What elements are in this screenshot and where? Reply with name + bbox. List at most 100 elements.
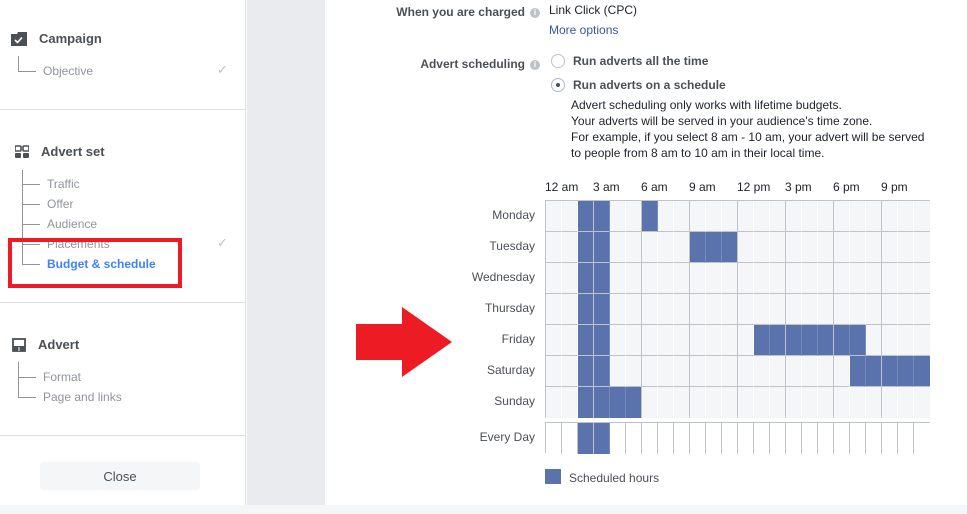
hour-cell[interactable] [850, 201, 866, 232]
hour-cell[interactable] [754, 232, 770, 263]
hour-cell[interactable] [610, 201, 626, 232]
hour-cell[interactable] [834, 294, 850, 325]
scheduled-hour-cell[interactable] [610, 387, 626, 418]
hour-cell[interactable] [770, 294, 786, 325]
sidebar-item-offer[interactable]: Offer [47, 197, 73, 211]
hour-cell[interactable] [562, 356, 578, 387]
hour-cell[interactable] [818, 294, 834, 325]
hour-cell[interactable] [674, 201, 690, 232]
hour-cell[interactable] [562, 325, 578, 356]
scheduled-hour-cell[interactable] [594, 201, 610, 232]
scheduled-hour-cell[interactable] [594, 263, 610, 294]
hour-cell[interactable] [610, 232, 626, 263]
scheduled-hour-cell[interactable] [578, 387, 594, 418]
hour-cell[interactable] [562, 232, 578, 263]
hour-cell[interactable] [690, 423, 706, 454]
hour-cell[interactable] [674, 423, 690, 454]
hour-cell[interactable] [562, 387, 578, 418]
hour-cell[interactable] [626, 325, 642, 356]
scheduled-hour-cell[interactable] [594, 387, 610, 418]
hour-cell[interactable] [658, 201, 674, 232]
radio-button[interactable] [551, 54, 565, 68]
hour-cell[interactable] [754, 423, 770, 454]
more-options-link[interactable]: More options [549, 23, 618, 37]
hour-cell[interactable] [866, 232, 882, 263]
radio-button-selected[interactable] [551, 78, 565, 92]
hour-cell[interactable] [642, 232, 658, 263]
hour-cell[interactable] [738, 387, 754, 418]
hour-cell[interactable] [898, 423, 914, 454]
hour-cell[interactable] [706, 423, 722, 454]
hour-cell[interactable] [546, 423, 562, 454]
radio-run-on-schedule[interactable]: Run adverts on a schedule [551, 78, 726, 92]
hour-cell[interactable] [658, 387, 674, 418]
hour-cell[interactable] [818, 356, 834, 387]
scheduled-hour-cell[interactable] [770, 325, 786, 356]
hour-cell[interactable] [898, 201, 914, 232]
hour-cell[interactable] [722, 325, 738, 356]
hour-cell[interactable] [770, 423, 786, 454]
hour-cell[interactable] [674, 325, 690, 356]
hour-cell[interactable] [642, 387, 658, 418]
hour-cell[interactable] [706, 263, 722, 294]
hour-cell[interactable] [738, 423, 754, 454]
hour-cell[interactable] [882, 294, 898, 325]
hour-cell[interactable] [610, 325, 626, 356]
hour-cell[interactable] [546, 232, 562, 263]
hour-cell[interactable] [914, 263, 930, 294]
hour-cell[interactable] [898, 294, 914, 325]
hour-cell[interactable] [738, 232, 754, 263]
hour-cell[interactable] [658, 263, 674, 294]
hour-cell[interactable] [802, 294, 818, 325]
hour-cell[interactable] [722, 423, 738, 454]
hour-cell[interactable] [658, 325, 674, 356]
hour-cell[interactable] [786, 387, 802, 418]
hour-cell[interactable] [834, 387, 850, 418]
hour-cell[interactable] [834, 232, 850, 263]
hour-cell[interactable] [546, 294, 562, 325]
scheduled-hour-cell[interactable] [898, 356, 914, 387]
hour-cell[interactable] [898, 232, 914, 263]
hour-cell[interactable] [642, 423, 658, 454]
hour-cell[interactable] [626, 294, 642, 325]
hour-cell[interactable] [802, 356, 818, 387]
hour-cell[interactable] [546, 325, 562, 356]
hour-cell[interactable] [802, 387, 818, 418]
scheduled-hour-cell[interactable] [578, 232, 594, 263]
scheduled-hour-cell[interactable] [578, 201, 594, 232]
scheduled-hour-cell[interactable] [834, 325, 850, 356]
every-day-grid[interactable] [545, 422, 930, 454]
hour-cell[interactable] [834, 356, 850, 387]
hour-cell[interactable] [690, 263, 706, 294]
hour-cell[interactable] [786, 423, 802, 454]
scheduled-hour-cell[interactable] [914, 356, 930, 387]
hour-cell[interactable] [786, 263, 802, 294]
scheduled-hour-cell[interactable] [706, 232, 722, 263]
hour-cell[interactable] [738, 294, 754, 325]
sidebar-item-page-and-links[interactable]: Page and links [43, 390, 122, 404]
sidebar-item-format[interactable]: Format [43, 370, 81, 384]
hour-cell[interactable] [706, 201, 722, 232]
hour-cell[interactable] [738, 263, 754, 294]
scheduled-hour-cell[interactable] [594, 325, 610, 356]
hour-cell[interactable] [754, 201, 770, 232]
hour-cell[interactable] [722, 387, 738, 418]
hour-cell[interactable] [690, 356, 706, 387]
hour-cell[interactable] [802, 201, 818, 232]
hour-cell[interactable] [834, 423, 850, 454]
scheduled-hour-cell[interactable] [690, 232, 706, 263]
hour-cell[interactable] [754, 263, 770, 294]
hour-cell[interactable] [738, 325, 754, 356]
close-button[interactable]: Close [40, 462, 200, 490]
hour-cell[interactable] [914, 294, 930, 325]
hour-cell[interactable] [722, 263, 738, 294]
hour-cell[interactable] [818, 232, 834, 263]
hour-cell[interactable] [914, 232, 930, 263]
schedule-grid[interactable] [545, 200, 930, 418]
info-icon[interactable]: i [530, 7, 540, 18]
scheduled-hour-cell[interactable] [594, 423, 610, 454]
scheduled-hour-cell[interactable] [578, 356, 594, 387]
hour-cell[interactable] [818, 263, 834, 294]
scheduled-hour-cell[interactable] [594, 356, 610, 387]
hour-cell[interactable] [866, 294, 882, 325]
